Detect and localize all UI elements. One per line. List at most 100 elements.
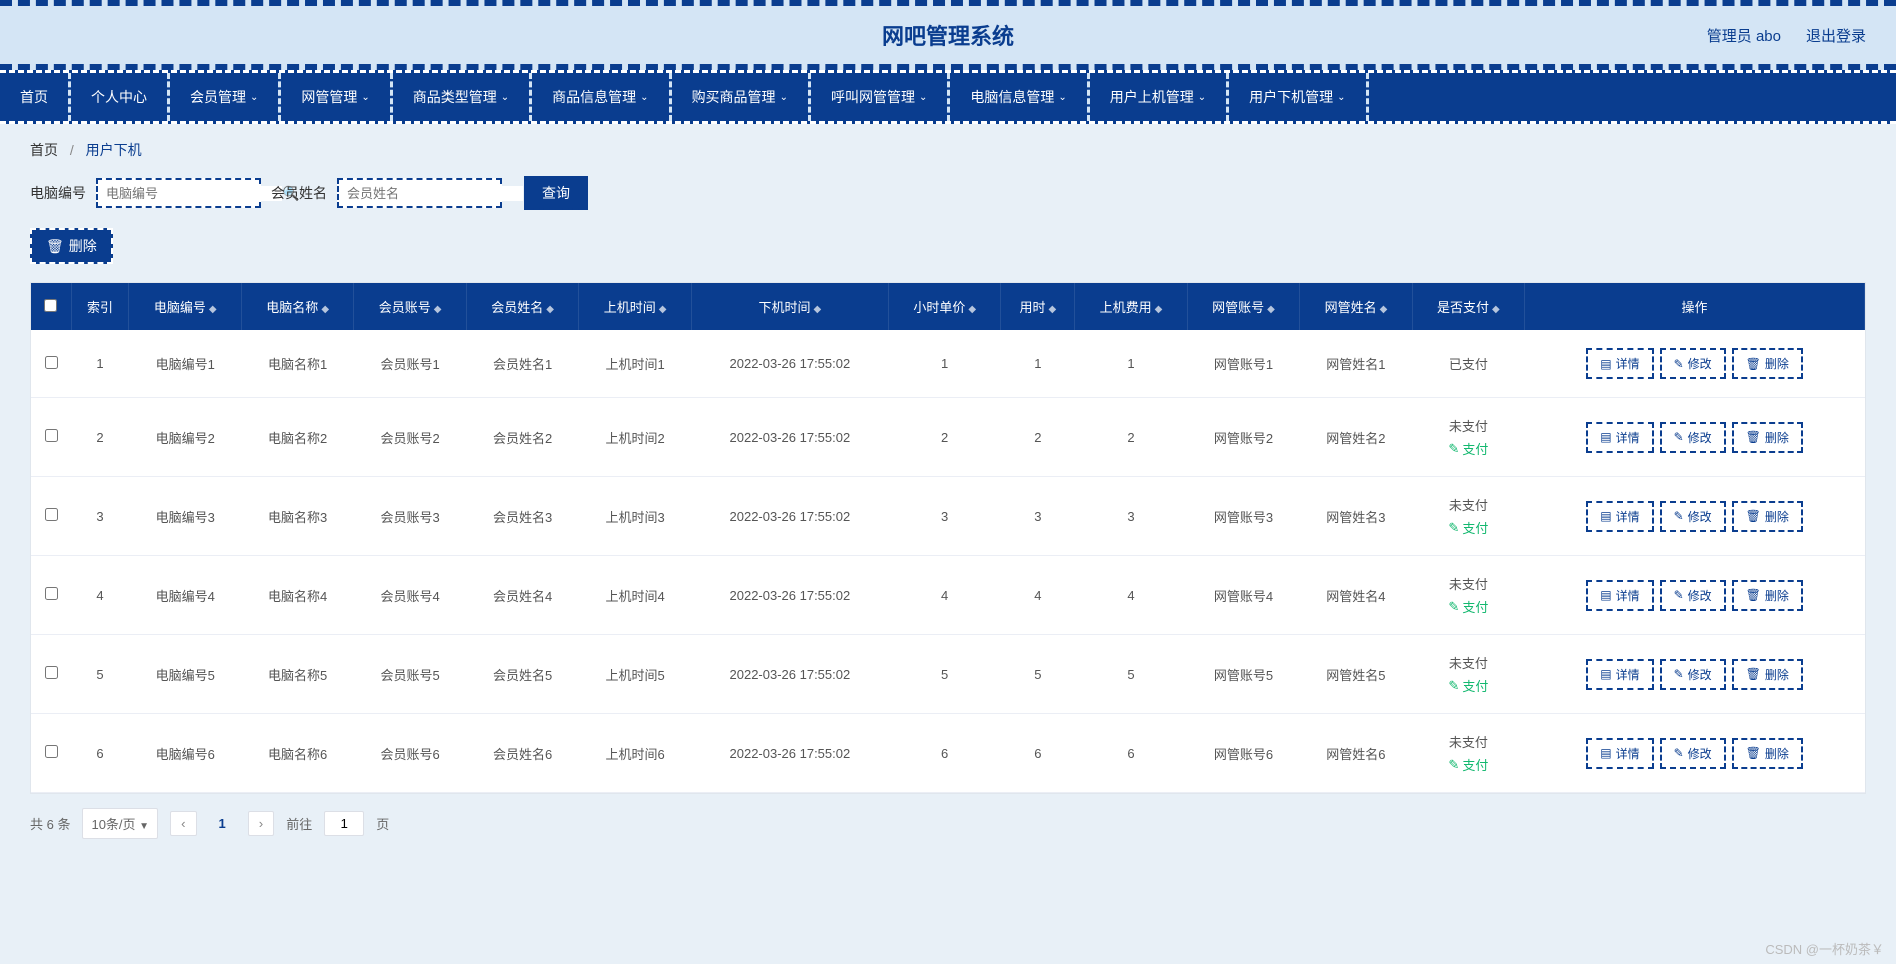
sort-icon[interactable]: ◆ (1492, 304, 1500, 315)
col-header-13[interactable]: 是否支付◆ (1412, 283, 1524, 330)
sort-icon[interactable]: ◆ (814, 304, 822, 315)
pay-button[interactable]: ✎支付 (1448, 439, 1488, 458)
col-header-8[interactable]: 小时单价◆ (888, 283, 1000, 330)
cell-mem-acc: 会员账号3 (354, 477, 466, 556)
col-header-0[interactable] (31, 283, 71, 330)
cell-duration: 5 (1001, 635, 1075, 714)
delete-row-button[interactable]: 🗑删除 (1732, 738, 1803, 769)
select-all-checkbox[interactable] (44, 299, 57, 312)
detail-button[interactable]: ▤详情 (1586, 580, 1653, 611)
current-user-label[interactable]: 管理员 abo (1707, 25, 1781, 46)
detail-button[interactable]: ▤详情 (1586, 348, 1653, 379)
col-header-5[interactable]: 会员姓名◆ (466, 283, 578, 330)
col-header-2[interactable]: 电脑编号◆ (129, 283, 241, 330)
bulk-delete-button[interactable]: 🗑 删除 (30, 228, 113, 264)
row-checkbox[interactable] (45, 429, 58, 442)
nav-item-7[interactable]: 呼叫网管管理⌄ (811, 73, 950, 121)
pay-button[interactable]: ✎支付 (1448, 518, 1488, 537)
main-nav: 首页个人中心会员管理⌄网管管理⌄商品类型管理⌄商品信息管理⌄购买商品管理⌄呼叫网… (0, 70, 1896, 124)
cell-mgr-acc: 网管账号2 (1187, 398, 1299, 477)
delete-row-button[interactable]: 🗑删除 (1732, 659, 1803, 690)
col-header-7[interactable]: 下机时间◆ (691, 283, 888, 330)
detail-button[interactable]: ▤详情 (1586, 738, 1653, 769)
col-header-6[interactable]: 上机时间◆ (579, 283, 691, 330)
delete-row-button[interactable]: 🗑删除 (1732, 348, 1803, 379)
sort-icon[interactable]: ◆ (209, 304, 217, 315)
search-field2-wrap[interactable]: 🔍 (337, 178, 502, 208)
col-header-12[interactable]: 网管姓名◆ (1300, 283, 1412, 330)
chevron-down-icon: ⌄ (1198, 92, 1206, 103)
trash-icon: 🗑 (1746, 588, 1761, 602)
sort-icon[interactable]: ◆ (546, 304, 554, 315)
row-checkbox[interactable] (45, 508, 58, 521)
sort-icon[interactable]: ◆ (434, 304, 442, 315)
page-size-select[interactable]: 10条/页 ▼ (82, 808, 158, 839)
nav-item-0[interactable]: 首页 (0, 73, 71, 121)
nav-item-4[interactable]: 商品类型管理⌄ (393, 73, 532, 121)
col-header-9[interactable]: 用时◆ (1001, 283, 1075, 330)
logout-link[interactable]: 退出登录 (1806, 25, 1866, 46)
next-page-button[interactable]: › (248, 811, 274, 836)
page-number-current[interactable]: 1 (209, 812, 236, 835)
pay-button[interactable]: ✎支付 (1448, 676, 1488, 695)
delete-row-button[interactable]: 🗑删除 (1732, 422, 1803, 453)
nav-item-5[interactable]: 商品信息管理⌄ (532, 73, 671, 121)
edit-icon: ✎ (1448, 678, 1459, 694)
search-pc-no-input[interactable] (106, 186, 282, 201)
nav-item-2[interactable]: 会员管理⌄ (170, 73, 281, 121)
col-header-10[interactable]: 上机费用◆ (1075, 283, 1187, 330)
cell-pc-name: 电脑名称4 (241, 556, 353, 635)
detail-button[interactable]: ▤详情 (1586, 422, 1653, 453)
col-header-4[interactable]: 会员账号◆ (354, 283, 466, 330)
search-member-name-input[interactable] (347, 186, 523, 201)
cell-fee: 6 (1075, 714, 1187, 793)
nav-item-8[interactable]: 电脑信息管理⌄ (950, 73, 1089, 121)
row-checkbox[interactable] (45, 587, 58, 600)
trash-icon: 🗑 (46, 238, 64, 255)
delete-row-button[interactable]: 🗑删除 (1732, 580, 1803, 611)
sort-icon[interactable]: ◆ (1380, 304, 1388, 315)
breadcrumb-home[interactable]: 首页 (30, 142, 58, 158)
cell-mem-acc: 会员账号5 (354, 635, 466, 714)
edit-button[interactable]: ✎修改 (1660, 580, 1726, 611)
delete-row-button[interactable]: 🗑删除 (1732, 501, 1803, 532)
edit-button[interactable]: ✎修改 (1660, 501, 1726, 532)
cell-mgr-name: 网管姓名3 (1300, 477, 1412, 556)
jump-page-input[interactable] (324, 811, 364, 836)
col-header-1[interactable]: 索引 (71, 283, 129, 330)
prev-page-button[interactable]: ‹ (170, 811, 196, 836)
row-checkbox[interactable] (45, 356, 58, 369)
edit-button[interactable]: ✎修改 (1660, 659, 1726, 690)
query-button[interactable]: 查询 (524, 176, 588, 210)
document-icon: ▤ (1600, 430, 1611, 444)
nav-item-10[interactable]: 用户下机管理⌄ (1229, 73, 1368, 121)
edit-button[interactable]: ✎修改 (1660, 348, 1726, 379)
pay-button[interactable]: ✎支付 (1448, 755, 1488, 774)
watermark: CSDN @一杯奶茶￥ (1765, 939, 1884, 958)
nav-item-6[interactable]: 购买商品管理⌄ (672, 73, 811, 121)
sort-icon[interactable]: ◆ (321, 304, 329, 315)
sort-icon[interactable]: ◆ (968, 304, 976, 315)
sort-icon[interactable]: ◆ (1267, 304, 1275, 315)
total-count-label: 共 6 条 (30, 814, 70, 833)
edit-button[interactable]: ✎修改 (1660, 422, 1726, 453)
col-header-11[interactable]: 网管账号◆ (1187, 283, 1299, 330)
sort-icon[interactable]: ◆ (659, 304, 667, 315)
nav-item-9[interactable]: 用户上机管理⌄ (1090, 73, 1229, 121)
detail-button[interactable]: ▤详情 (1586, 659, 1653, 690)
row-checkbox[interactable] (45, 666, 58, 679)
sort-icon[interactable]: ◆ (1048, 304, 1056, 315)
sort-icon[interactable]: ◆ (1155, 304, 1163, 315)
pay-button[interactable]: ✎支付 (1448, 597, 1488, 616)
chevron-down-icon: ⌄ (1337, 92, 1345, 103)
nav-item-3[interactable]: 网管管理⌄ (281, 73, 392, 121)
edit-button[interactable]: ✎修改 (1660, 738, 1726, 769)
detail-button[interactable]: ▤详情 (1586, 501, 1653, 532)
row-checkbox[interactable] (45, 745, 58, 758)
col-header-3[interactable]: 电脑名称◆ (241, 283, 353, 330)
cell-mgr-acc: 网管账号1 (1187, 330, 1299, 398)
search-field1-wrap[interactable]: 🔍 (96, 178, 261, 208)
nav-item-1[interactable]: 个人中心 (71, 73, 170, 121)
cell-mem-name: 会员姓名2 (466, 398, 578, 477)
col-header-14[interactable]: 操作 (1525, 283, 1865, 330)
